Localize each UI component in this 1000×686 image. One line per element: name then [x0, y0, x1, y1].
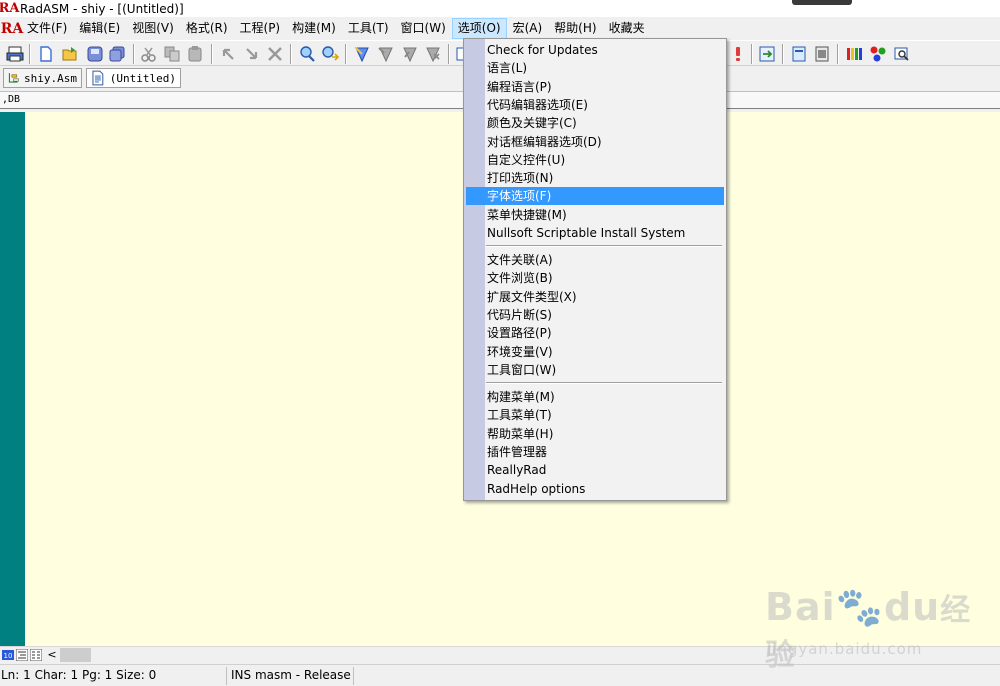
cut-icon[interactable] [140, 45, 158, 63]
menu-item-7[interactable]: 窗口(W) [395, 18, 452, 39]
options-menu-item[interactable]: 扩展文件类型(X) [466, 288, 724, 306]
options-menu-item[interactable]: 编程语言(P) [466, 78, 724, 96]
options-menu-item[interactable]: ReallyRad [466, 461, 724, 479]
menu-item-10[interactable]: 帮助(H) [548, 18, 602, 39]
menu-bar: RA 文件(F) 编辑(E) 视图(V) 格式(R) 工程(P) 构建(M) 工具(T) 窗口… [0, 18, 1000, 39]
toolbar-separator [345, 44, 347, 64]
svg-text:10: 10 [4, 652, 13, 660]
options-menu-dropdown: Check for Updates 语言(L) 编程语言(P) 代码编辑器选项(E) 颜… [463, 38, 727, 501]
options-menu-item[interactable]: 工具菜单(T) [466, 406, 724, 424]
toolbar-separator [837, 44, 839, 64]
preview-icon[interactable] [893, 45, 911, 63]
options-menu-item[interactable]: 插件管理器 [466, 443, 724, 461]
project-icon[interactable] [790, 45, 808, 63]
undo-icon[interactable] [219, 45, 237, 63]
outline-view-icon[interactable] [16, 649, 28, 661]
bookmark-clear-icon[interactable] [424, 45, 442, 63]
find-icon[interactable] [298, 45, 316, 63]
options-menu-item[interactable]: 自定义控件(U) [466, 151, 724, 169]
status-mode: INS masm - Release [230, 667, 354, 685]
toolbar-separator [751, 44, 753, 64]
save-icon[interactable] [86, 45, 104, 63]
split-view-icon[interactable] [30, 649, 42, 661]
copy-icon[interactable] [163, 45, 181, 63]
warning-icon[interactable] [729, 45, 747, 63]
options-menu-item[interactable]: 工具窗口(W) [466, 361, 724, 379]
options-menu-item[interactable]: 文件浏览(B) [466, 269, 724, 287]
project-tree-icon [8, 73, 19, 83]
menu-item-2[interactable]: 视图(V) [126, 18, 180, 39]
mdi-child-logo-icon[interactable]: RA [1, 20, 24, 38]
properties-icon[interactable] [813, 45, 831, 63]
save-all-icon[interactable] [108, 45, 126, 63]
paste-icon[interactable] [186, 45, 204, 63]
menu-item-4[interactable]: 工程(P) [234, 18, 287, 39]
window-title: RadASM - shiy - [(Untitled)] [20, 1, 184, 16]
bookmark-toggle-icon[interactable] [353, 45, 371, 63]
options-menu-item[interactable]: 颜色及关键字(C) [466, 114, 724, 132]
menu-item-6[interactable]: 工具(T) [342, 18, 395, 39]
menu-item-0[interactable]: 文件(F) [21, 18, 73, 39]
options-menu-item[interactable]: 文件关联(A) [466, 251, 724, 269]
menu-item-1[interactable]: 编辑(E) [73, 18, 126, 39]
document-icon [92, 70, 104, 86]
options-menu-item[interactable]: 设置路径(P) [466, 324, 724, 342]
menu-item-11[interactable]: 收藏夹 [603, 18, 651, 39]
toolbar-separator [211, 44, 213, 64]
tab-label: shiy.Asm [24, 71, 77, 85]
options-menu-item[interactable]: 代码片断(S) [466, 306, 724, 324]
hex-view-icon[interactable]: 10 [2, 649, 14, 661]
print-icon[interactable] [6, 45, 24, 63]
toolbar-separator [290, 44, 292, 64]
replace-icon[interactable] [321, 45, 339, 63]
color-bars-icon[interactable] [845, 45, 863, 63]
options-menu-item[interactable]: RadHelp options [466, 480, 724, 498]
menu-separator [486, 245, 722, 247]
options-menu-item[interactable]: 字体选项(F) [466, 187, 724, 206]
horizontal-scroll-thumb[interactable] [60, 648, 91, 662]
options-menu-item[interactable]: 对话框编辑器选项(D) [466, 133, 724, 151]
menu-separator [486, 382, 722, 384]
redo-icon[interactable] [243, 45, 261, 63]
options-menu-item[interactable]: 代码编辑器选项(E) [466, 96, 724, 114]
watermark-url: jingyan.baidu.com [767, 640, 923, 658]
title-bar: RA RadASM - shiy - [(Untitled)] [0, 0, 1000, 17]
options-menu-item[interactable]: 语言(L) [466, 59, 724, 77]
status-position: Ln: 1 Char: 1 Pg: 1 Size: 0 [0, 667, 227, 685]
options-menu-item[interactable]: Nullsoft Scriptable Install System [466, 224, 724, 242]
menu-item-8[interactable]: 选项(O) [451, 18, 507, 39]
toolbar-separator [782, 44, 784, 64]
menu-item-9[interactable]: 宏(A) [507, 18, 549, 39]
bookmark-next-icon[interactable] [377, 45, 395, 63]
options-menu-item[interactable]: 帮助菜单(H) [466, 425, 724, 443]
menu-item-5[interactable]: 构建(M) [286, 18, 342, 39]
options-menu-item[interactable]: 打印选项(N) [466, 169, 724, 187]
title-bar-widget [792, 0, 852, 5]
scroll-left-arrow-icon[interactable]: < [46, 647, 58, 663]
line-number-gutter [0, 112, 25, 646]
options-menu-item[interactable]: 环境变量(V) [466, 343, 724, 361]
options-menu-item[interactable]: 菜单快捷键(M) [466, 206, 724, 224]
open-folder-icon[interactable] [61, 45, 79, 63]
toolbar-separator [448, 44, 450, 64]
options-menu-item[interactable]: Check for Updates [466, 41, 724, 59]
delete-icon[interactable] [266, 45, 284, 63]
options-menu-item[interactable]: 构建菜单(M) [466, 388, 724, 406]
radasm-logo-icon: RA [0, 1, 20, 16]
baidu-watermark: Bai🐾du经验 jingyan.baidu.com [765, 585, 995, 673]
tab-label: (Untitled) [109, 71, 176, 85]
tab-shiy-asm[interactable]: shiy.Asm [3, 68, 82, 88]
color-dots-icon[interactable] [869, 45, 887, 63]
watermark-logo: Bai🐾du经验 [765, 585, 972, 673]
toolbar-separator [29, 44, 31, 64]
export-icon[interactable] [758, 45, 776, 63]
bookmark-prev-icon[interactable] [401, 45, 419, 63]
new-file-icon[interactable] [37, 45, 55, 63]
toolbar-separator [133, 44, 135, 64]
menu-item-3[interactable]: 格式(R) [180, 18, 234, 39]
tab-untitled[interactable]: (Untitled) [86, 68, 181, 88]
